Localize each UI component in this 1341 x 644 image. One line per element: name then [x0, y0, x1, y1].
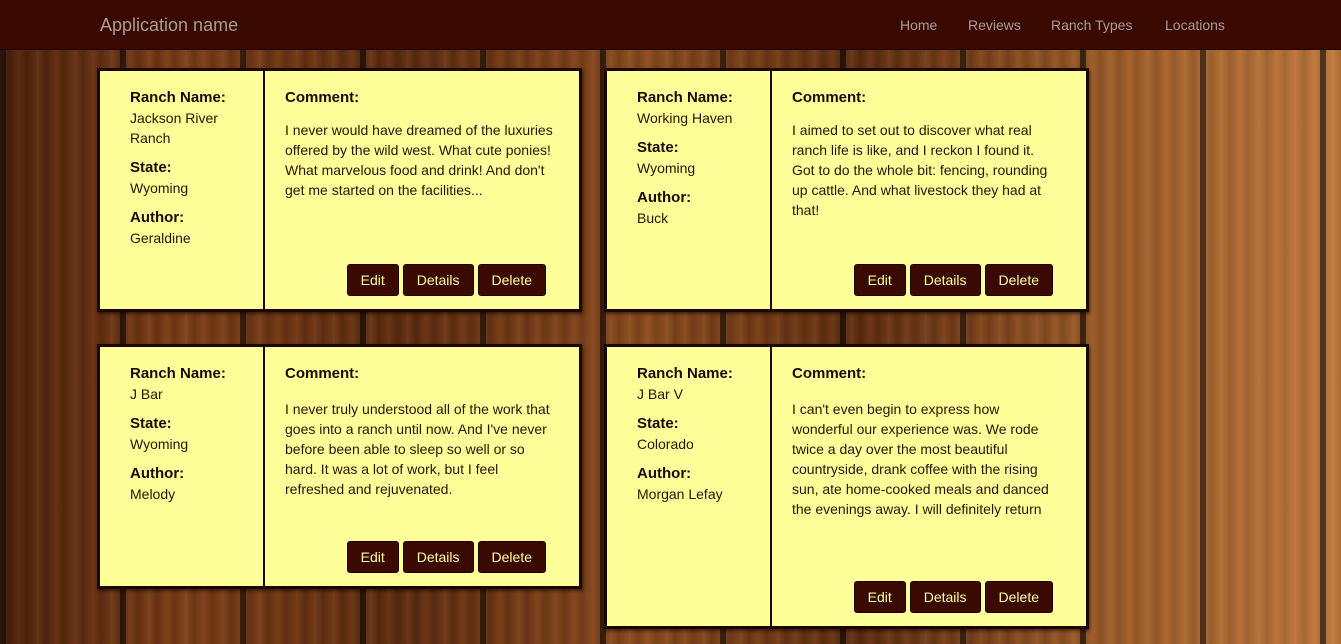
ranch-name-value: Jackson River Ranch [130, 110, 218, 146]
ranch-name-value: Working Haven [637, 110, 733, 126]
review-card: Ranch Name: J Bar V State: Colorado Auth… [604, 344, 1089, 629]
review-comment-panel: Comment: I can't even begin to express h… [772, 347, 1086, 626]
delete-button[interactable]: Delete [984, 581, 1053, 613]
review-card: Ranch Name: Working Haven State: Wyoming… [604, 68, 1089, 312]
edit-button[interactable]: Edit [346, 541, 399, 573]
comment-label: Comment: [792, 365, 867, 382]
nav-link-reviews[interactable]: Reviews [968, 17, 1021, 33]
edit-button[interactable]: Edit [853, 581, 906, 613]
nav-link-home[interactable]: Home [900, 17, 937, 33]
review-info-panel: Ranch Name: Working Haven State: Wyoming… [607, 71, 772, 309]
state-label: State: [130, 159, 172, 176]
review-info-panel: Ranch Name: Jackson River Ranch State: W… [100, 71, 265, 309]
delete-button[interactable]: Delete [477, 541, 546, 573]
ranch-name-label: Ranch Name: [130, 89, 226, 106]
state-label: State: [130, 415, 172, 432]
author-label: Author: [637, 465, 692, 482]
state-value: Wyoming [130, 436, 189, 452]
details-button[interactable]: Details [909, 581, 981, 613]
edit-button[interactable]: Edit [346, 264, 399, 296]
comment-text: I never truly understood all of the work… [285, 401, 550, 497]
action-buttons: Edit Details Delete [853, 581, 1053, 613]
comment-label: Comment: [285, 89, 360, 106]
action-buttons: Edit Details Delete [346, 541, 546, 573]
comment-label: Comment: [792, 89, 867, 106]
ranch-name-value: J Bar V [637, 386, 683, 402]
author-value: Geraldine [130, 230, 191, 246]
action-buttons: Edit Details Delete [853, 264, 1053, 296]
review-info-panel: Ranch Name: J Bar V State: Colorado Auth… [607, 347, 772, 626]
comment-text: I never would have dreamed of the luxuri… [285, 122, 553, 198]
author-label: Author: [637, 189, 692, 206]
nav-link-locations[interactable]: Locations [1165, 17, 1225, 33]
brand-link[interactable]: Application name [100, 15, 238, 36]
ranch-name-label: Ranch Name: [130, 365, 226, 382]
review-comment-panel: Comment: I aimed to set out to discover … [772, 71, 1086, 309]
ranch-name-label: Ranch Name: [637, 365, 733, 382]
review-comment-panel: Comment: I never would have dreamed of t… [265, 71, 579, 309]
comment-text: I can't even begin to express how wonder… [792, 401, 1049, 517]
details-button[interactable]: Details [909, 264, 981, 296]
details-button[interactable]: Details [402, 541, 474, 573]
author-label: Author: [130, 465, 185, 482]
review-card: Ranch Name: J Bar State: Wyoming Author:… [97, 344, 582, 589]
state-label: State: [637, 415, 679, 432]
comment-label: Comment: [285, 365, 360, 382]
delete-button[interactable]: Delete [984, 264, 1053, 296]
author-value: Buck [637, 210, 669, 226]
ranch-name-label: Ranch Name: [637, 89, 733, 106]
author-value: Morgan Lefay [637, 486, 723, 502]
navbar: Application name Home Reviews Ranch Type… [0, 0, 1341, 50]
state-value: Colorado [637, 436, 694, 452]
comment-text: I aimed to set out to discover what real… [792, 122, 1048, 218]
ranch-name-value: J Bar [130, 386, 163, 402]
nav-link-ranch-types[interactable]: Ranch Types [1051, 17, 1132, 33]
delete-button[interactable]: Delete [477, 264, 546, 296]
author-value: Melody [130, 486, 176, 502]
review-card: Ranch Name: Jackson River Ranch State: W… [97, 68, 582, 312]
action-buttons: Edit Details Delete [346, 264, 546, 296]
author-label: Author: [130, 209, 185, 226]
state-value: Wyoming [130, 180, 189, 196]
state-label: State: [637, 139, 679, 156]
review-comment-panel: Comment: I never truly understood all of… [265, 347, 579, 586]
edit-button[interactable]: Edit [853, 264, 906, 296]
state-value: Wyoming [637, 160, 696, 176]
details-button[interactable]: Details [402, 264, 474, 296]
review-info-panel: Ranch Name: J Bar State: Wyoming Author:… [100, 347, 265, 586]
